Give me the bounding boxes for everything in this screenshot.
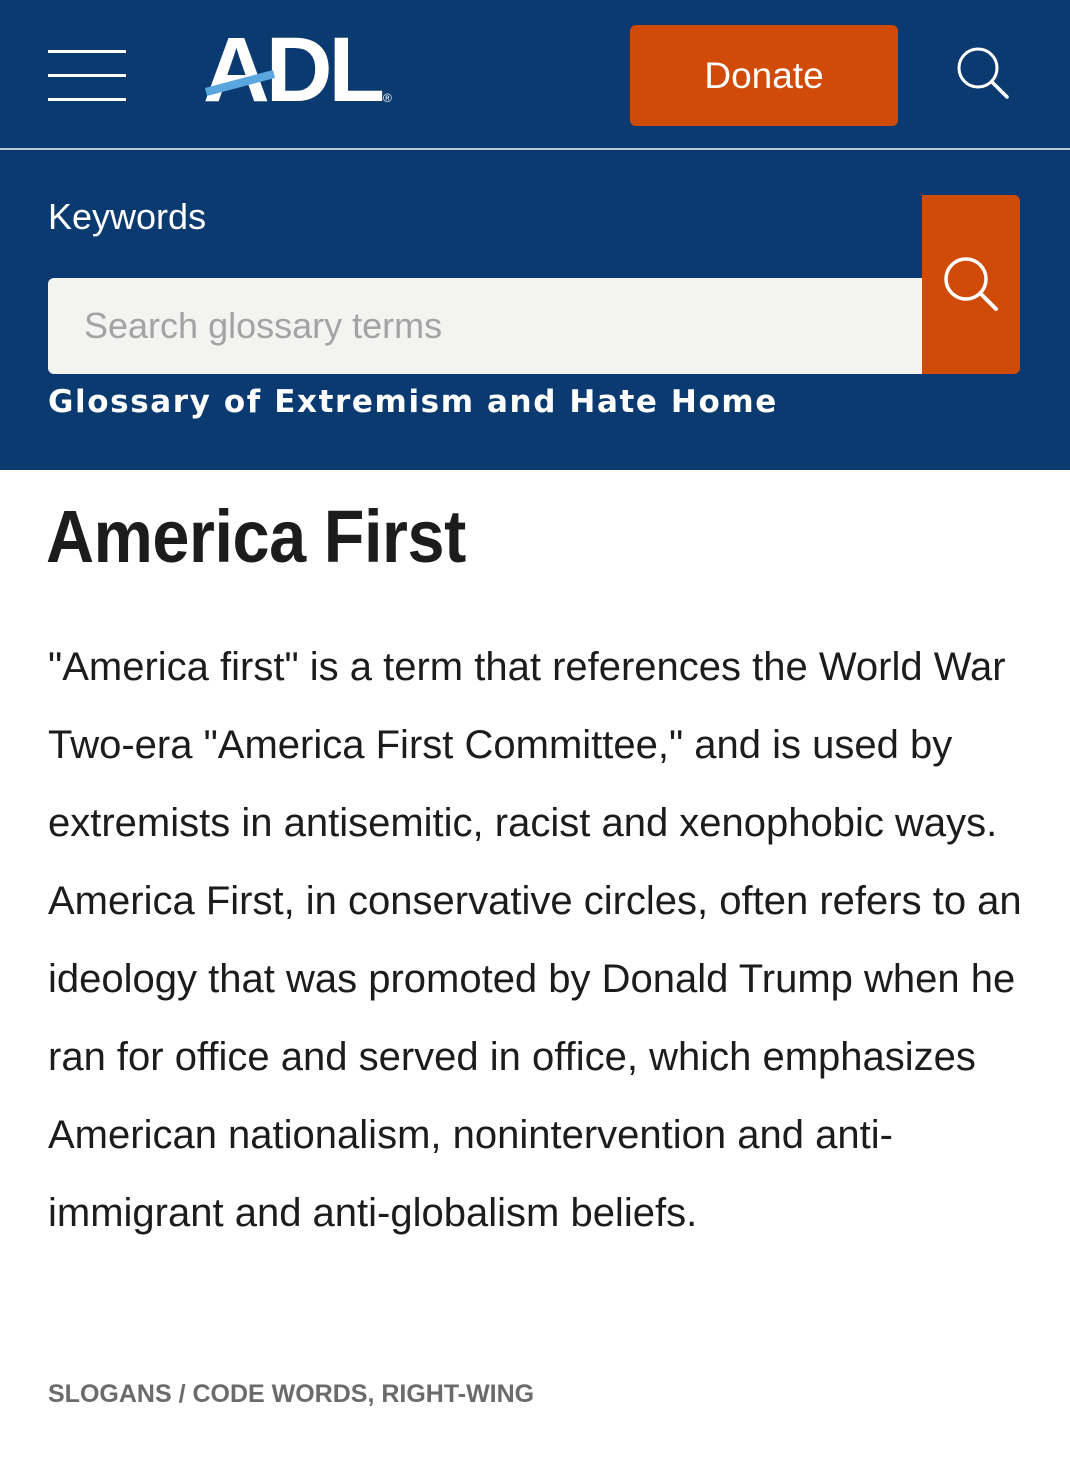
- search-icon: [944, 257, 998, 311]
- donate-button[interactable]: Donate: [630, 25, 898, 126]
- glossary-search-input[interactable]: [48, 278, 922, 374]
- page-title: America First: [46, 495, 466, 578]
- svg-text:ADL: ADL: [203, 30, 383, 110]
- adl-logo[interactable]: ADL ®: [203, 19, 403, 121]
- hamburger-menu-icon[interactable]: [48, 50, 128, 104]
- keywords-label: Keywords: [48, 196, 207, 237]
- glossary-search-button[interactable]: [922, 195, 1020, 374]
- glossary-home-link[interactable]: Glossary of Extremism and Hate Home: [48, 384, 778, 420]
- svg-text:®: ®: [383, 91, 392, 105]
- definition-text: "America first" is a term that reference…: [48, 645, 1022, 1235]
- glossary-search-panel: Keywords Glossary of Extremism and Hate …: [0, 150, 1070, 470]
- category-tags[interactable]: SLOGANS / CODE WORDS, RIGHT-WING: [48, 1380, 534, 1409]
- search-icon[interactable]: [955, 45, 1011, 101]
- site-header: ADL ® Donate: [0, 0, 1070, 148]
